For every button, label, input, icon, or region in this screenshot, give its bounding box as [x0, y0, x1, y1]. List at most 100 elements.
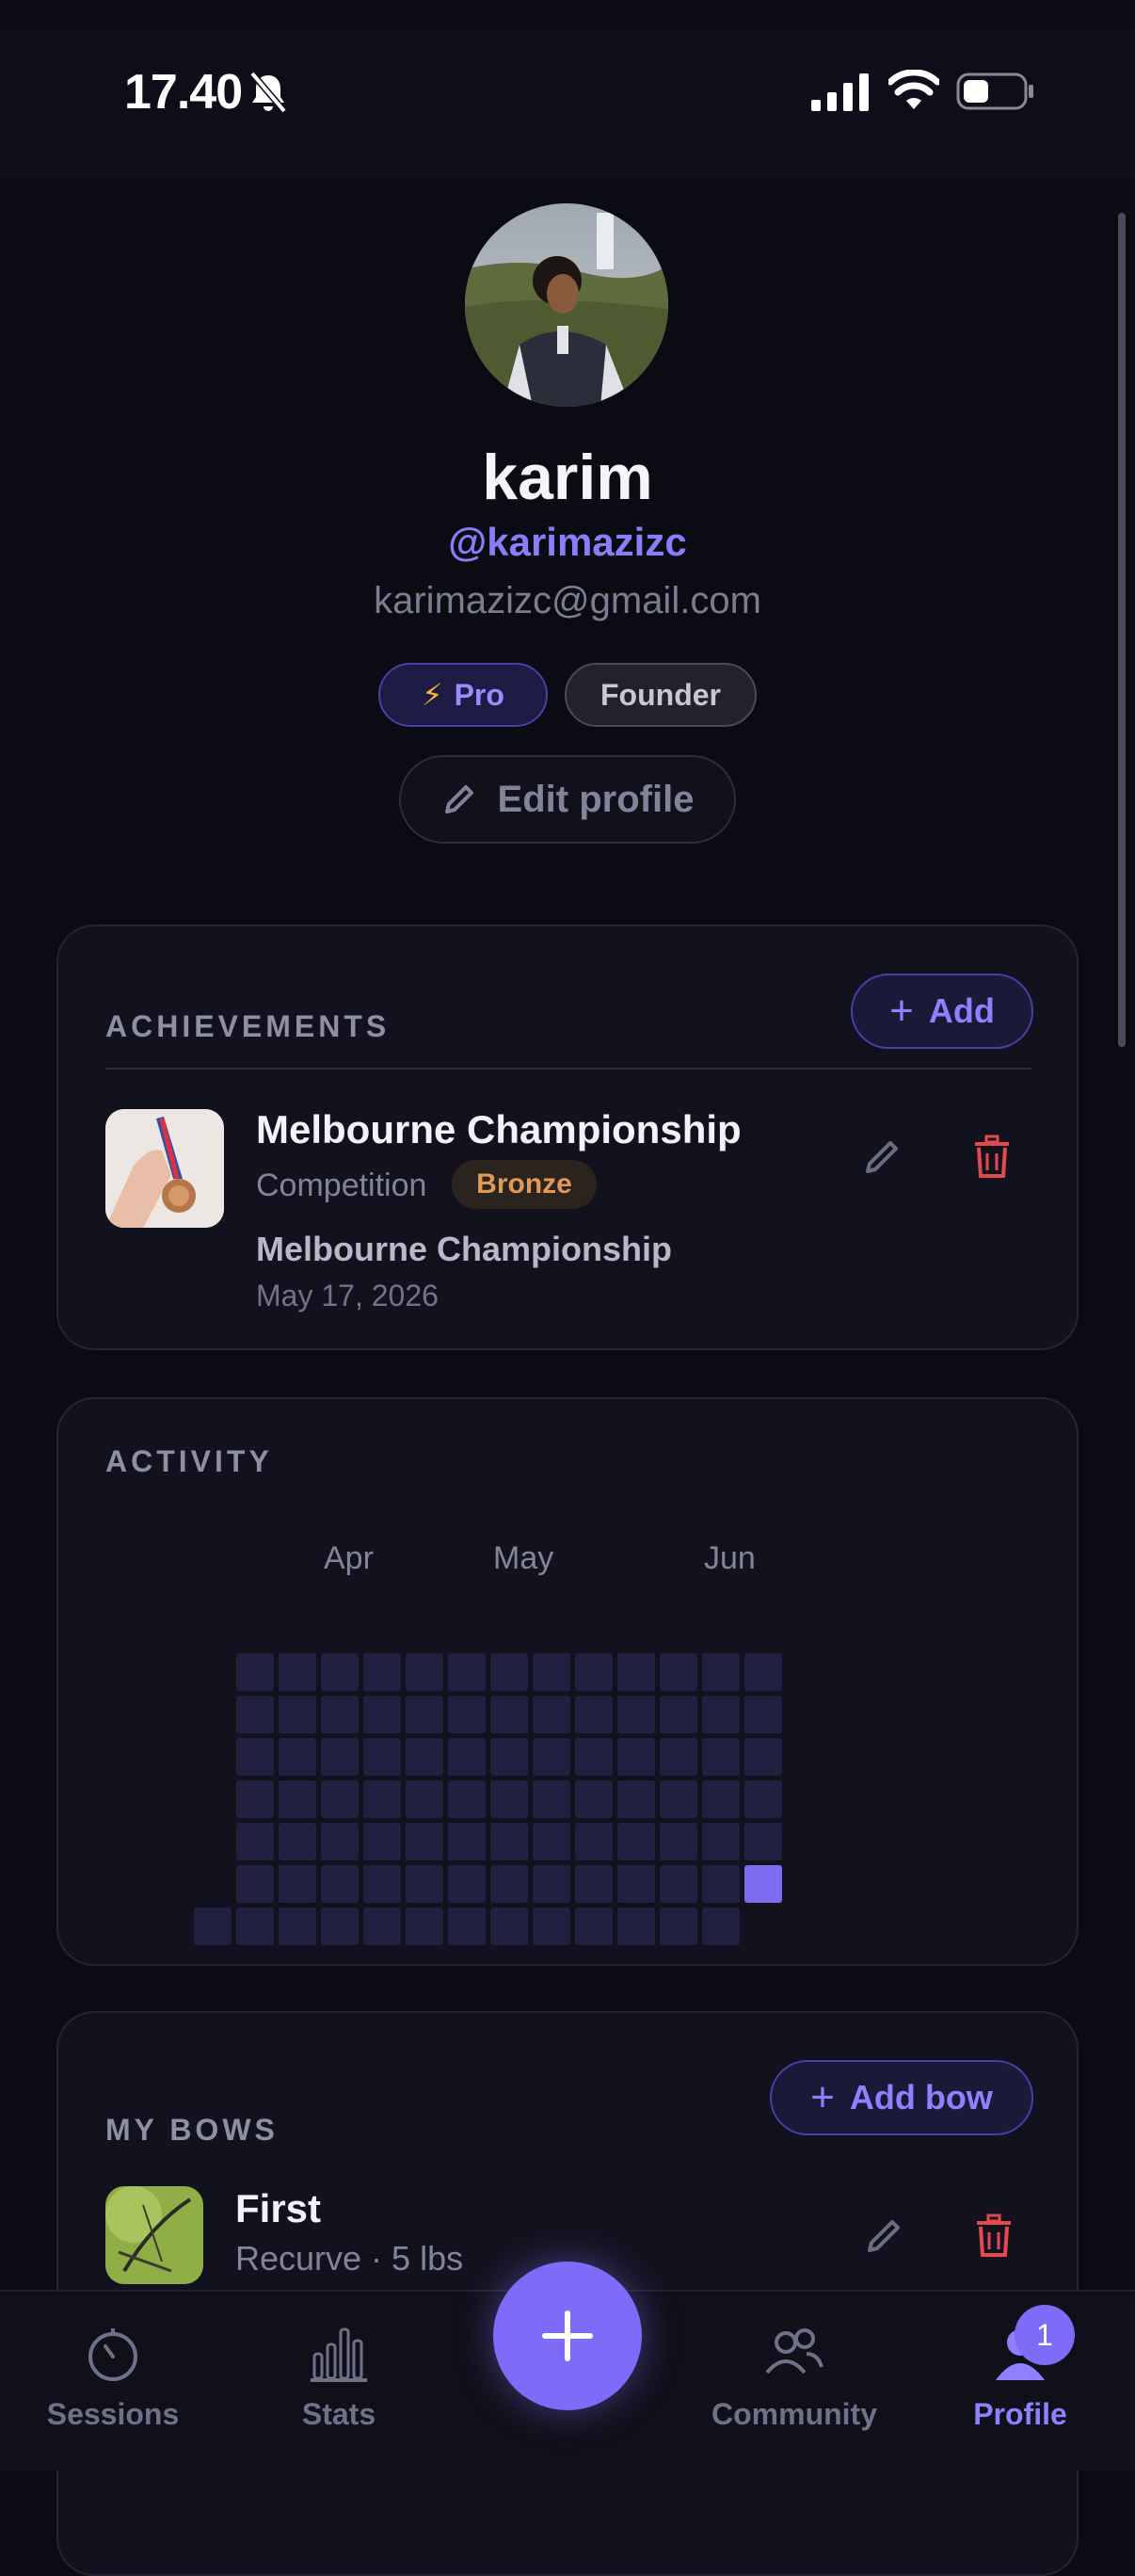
pro-badge-label: Pro: [454, 677, 504, 712]
activity-day-cell: [660, 1865, 697, 1903]
activity-day-cell: [363, 1653, 401, 1691]
activity-day-cell: [744, 1865, 782, 1903]
activity-day-cell: [490, 1780, 528, 1818]
bar-chart-icon: [311, 2327, 367, 2382]
activity-day-cell: [702, 1865, 740, 1903]
activity-day-cell: [363, 1738, 401, 1776]
activity-day-cell: [744, 1780, 782, 1818]
activity-day-cell: [744, 1738, 782, 1776]
activity-day-cell: [236, 1653, 274, 1691]
founder-badge: Founder: [565, 663, 757, 727]
scrollbar[interactable]: [1118, 213, 1126, 1047]
achievements-card: ACHIEVEMENTS + Add Melbourne Championshi…: [56, 925, 1079, 1350]
add-achievement-button[interactable]: + Add: [851, 974, 1033, 1049]
activity-day-cell: [406, 1908, 443, 1945]
activity-day-cell: [533, 1696, 570, 1733]
activity-day-cell: [363, 1780, 401, 1818]
activity-day-cell: [448, 1823, 486, 1860]
activity-day-cell: [448, 1738, 486, 1776]
activity-day-cell: [702, 1908, 740, 1945]
delete-achievement-button[interactable]: [964, 1128, 1020, 1184]
activity-day-cell: [279, 1865, 316, 1903]
activity-day-cell: [575, 1908, 613, 1945]
activity-day-cell: [575, 1653, 613, 1691]
edit-profile-button[interactable]: Edit profile: [399, 755, 736, 844]
avatar[interactable]: [465, 203, 668, 407]
activity-day-cell: [533, 1738, 570, 1776]
activity-day-cell: [575, 1865, 613, 1903]
achievement-image: [105, 1109, 224, 1228]
activity-day-cell: [617, 1696, 655, 1733]
activity-day-cell: [236, 1823, 274, 1860]
activity-day-cell: [363, 1696, 401, 1733]
activity-day-cell: [236, 1865, 274, 1903]
month-label: May: [493, 1540, 554, 1576]
activity-day-cell: [321, 1653, 359, 1691]
plus-icon: [542, 2310, 593, 2361]
activity-day-cell: [533, 1780, 570, 1818]
edit-bow-button[interactable]: [856, 2207, 913, 2263]
activity-card: ACTIVITY Apr May Jun: [56, 1397, 1079, 1966]
activity-day-cell: [321, 1823, 359, 1860]
achievements-title: ACHIEVEMENTS: [105, 1009, 391, 1043]
activity-day-cell: [448, 1653, 486, 1691]
activity-day-cell: [490, 1865, 528, 1903]
activity-day-cell: [744, 1696, 782, 1733]
divider: [105, 1068, 1031, 1070]
delete-bow-button[interactable]: [966, 2207, 1022, 2263]
activity-day-cell: [406, 1653, 443, 1691]
edit-achievement-button[interactable]: [855, 1128, 911, 1184]
battery-icon: [956, 72, 1033, 110]
activity-day-cell: [279, 1823, 316, 1860]
signal-icon: [811, 73, 869, 111]
activity-title: ACTIVITY: [105, 1444, 273, 1478]
activity-day-cell: [236, 1696, 274, 1733]
activity-day-cell: [617, 1865, 655, 1903]
activity-day-cell: [575, 1696, 613, 1733]
plus-icon: +: [810, 2074, 835, 2120]
activity-day-cell: [575, 1823, 613, 1860]
tab-label: Sessions: [46, 2397, 180, 2431]
activity-day-cell: [279, 1780, 316, 1818]
tab-sessions[interactable]: Sessions: [9, 2292, 216, 2471]
trash-icon: [975, 1135, 1009, 1178]
stopwatch-icon: [88, 2328, 137, 2381]
achievement-type: Competition: [256, 1167, 427, 1203]
activity-day-cell: [702, 1780, 740, 1818]
activity-day-cell: [702, 1696, 740, 1733]
activity-day-cell: [448, 1908, 486, 1945]
add-bow-button[interactable]: + Add bow: [770, 2060, 1033, 2135]
bows-title: MY BOWS: [105, 2113, 279, 2147]
activity-day-cell: [448, 1780, 486, 1818]
achievement-date: May 17, 2026: [256, 1279, 439, 1312]
people-icon: [765, 2328, 823, 2375]
activity-day-cell: [617, 1738, 655, 1776]
activity-day-cell: [321, 1865, 359, 1903]
profile-email: karimazizc@gmail.com: [374, 580, 761, 621]
activity-day-cell: [702, 1653, 740, 1691]
activity-day-cell: [617, 1908, 655, 1945]
pencil-icon: [868, 2220, 900, 2252]
activity-day-cell: [490, 1696, 528, 1733]
tab-label: Stats: [301, 2397, 376, 2431]
activity-day-cell: [448, 1696, 486, 1733]
notification-badge: 1: [1015, 2305, 1075, 2365]
edit-profile-label: Edit profile: [497, 778, 695, 820]
bow-image: [105, 2186, 203, 2284]
pencil-icon: [866, 1141, 898, 1173]
activity-day-cell: [575, 1738, 613, 1776]
plus-icon: +: [889, 988, 914, 1034]
activity-day-cell: [533, 1908, 570, 1945]
new-session-button[interactable]: [493, 2262, 642, 2410]
activity-day-cell: [236, 1780, 274, 1818]
activity-day-cell: [321, 1696, 359, 1733]
tab-stats[interactable]: Stats: [235, 2292, 442, 2471]
activity-day-cell: [575, 1780, 613, 1818]
activity-day-cell: [533, 1823, 570, 1860]
activity-day-cell: [660, 1653, 697, 1691]
activity-day-cell: [236, 1738, 274, 1776]
activity-day-cell: [279, 1738, 316, 1776]
activity-day-cell: [363, 1908, 401, 1945]
tab-community[interactable]: Community: [691, 2292, 898, 2471]
month-label: Jun: [704, 1540, 756, 1576]
